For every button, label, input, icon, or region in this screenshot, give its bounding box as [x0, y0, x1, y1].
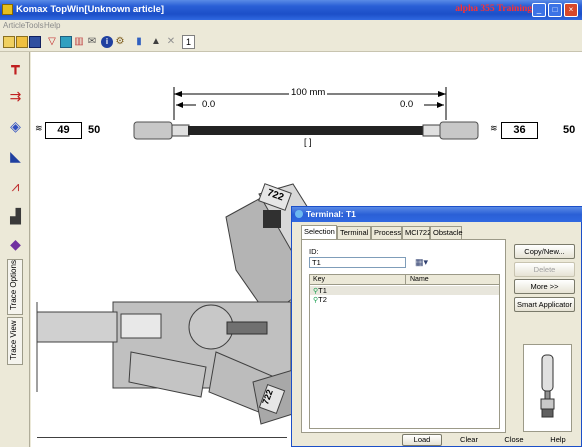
- left-terminal-count[interactable]: 49: [45, 122, 82, 139]
- close-dialog-button[interactable]: Close: [494, 434, 534, 446]
- more-button[interactable]: More >>: [514, 279, 575, 294]
- app-icon: [2, 4, 13, 15]
- stack-icon: ≋: [490, 123, 498, 133]
- clear-button[interactable]: Clear: [449, 434, 489, 446]
- dialog-title-bar: Terminal: T1: [292, 207, 582, 222]
- info-icon[interactable]: i: [101, 36, 113, 48]
- terminal-table: Key Name ⚲T1 ⚲T2: [309, 274, 500, 429]
- wire-body: [188, 126, 423, 135]
- delete-button[interactable]: Delete: [514, 262, 575, 277]
- mail-icon[interactable]: ✉: [86, 36, 98, 48]
- counter-field[interactable]: 1: [182, 35, 195, 49]
- tab-trace-view[interactable]: Trace View: [7, 317, 23, 365]
- left-toolbar: ┳ ⇉ ◈ ◣ ⩘ ▟ ◆ Trace Options Trace View: [0, 52, 30, 447]
- tab-selection[interactable]: Selection: [301, 225, 337, 239]
- dialog-title: Terminal: T1: [306, 209, 356, 219]
- toolbar: ▽ ▥ ✉ i ⚙ ▮ ▲ ✕ 1: [0, 34, 582, 52]
- terminal-icon: [295, 210, 303, 218]
- center-marker[interactable]: [ ]: [304, 137, 312, 147]
- table-row[interactable]: ⚲T2: [310, 295, 499, 304]
- right-terminal-total: 50: [563, 124, 576, 136]
- window-title: Komax TopWin[Unknown article]: [16, 4, 165, 15]
- tab-obstacle[interactable]: Obstacle: [430, 226, 463, 239]
- bars-icon[interactable]: ▟: [7, 208, 24, 225]
- warning-icon[interactable]: ▲: [150, 36, 162, 48]
- brand-label: alpha 355 Training: [455, 4, 532, 14]
- save-icon[interactable]: [29, 36, 41, 48]
- terminal-icon[interactable]: ◈: [7, 118, 24, 135]
- terminal-dialog: Terminal: T1 Selection Terminal Process …: [291, 206, 582, 447]
- column-key[interactable]: Key: [313, 276, 325, 283]
- display-icon[interactable]: [60, 36, 72, 48]
- menu-tools[interactable]: Tools: [25, 21, 44, 30]
- right-offset-arrow: [437, 102, 444, 108]
- post-icon[interactable]: ┳: [7, 58, 24, 75]
- chart-icon[interactable]: ⩘: [7, 178, 24, 195]
- load-button[interactable]: Load: [402, 434, 442, 446]
- chart-icon[interactable]: ▥: [73, 36, 85, 48]
- column-name[interactable]: Name: [410, 276, 429, 283]
- new-icon[interactable]: [3, 36, 15, 48]
- wire-icon[interactable]: ◣: [7, 148, 24, 165]
- table-picker-icon[interactable]: ▦▾: [415, 257, 428, 268]
- right-strip: [439, 121, 479, 140]
- minimize-button[interactable]: _: [532, 3, 546, 17]
- terminal-preview: [523, 344, 572, 432]
- tab-process[interactable]: Process: [371, 226, 402, 239]
- menu-article[interactable]: Article: [3, 21, 25, 30]
- selection-panel: ID: T1 ▦▾ Key Name ⚲T1 ⚲T2: [301, 239, 506, 433]
- maximize-button[interactable]: □: [548, 3, 562, 17]
- right-terminal-count[interactable]: 36: [501, 122, 538, 139]
- menu-help[interactable]: Help: [44, 21, 60, 30]
- id-label: ID:: [309, 247, 319, 256]
- menu-bar: Article Tools Help: [0, 20, 582, 33]
- id-field[interactable]: T1: [309, 257, 406, 268]
- marker-icon[interactable]: ▮: [133, 36, 145, 48]
- table-row[interactable]: ⚲T1: [310, 286, 499, 295]
- right-offset-label[interactable]: 0.0: [400, 99, 413, 110]
- tab-mci722[interactable]: MCI722: [402, 226, 431, 239]
- copy-new-button[interactable]: Copy/New...: [514, 244, 575, 259]
- close-button[interactable]: ×: [564, 3, 578, 17]
- length-label[interactable]: 100 mm: [289, 87, 328, 98]
- filter-icon[interactable]: ▽: [46, 36, 58, 48]
- settings-icon[interactable]: ⚙: [114, 36, 126, 48]
- cable-icon[interactable]: ⇉: [7, 88, 24, 105]
- stack-icon: ≋: [35, 123, 43, 133]
- tab-trace-options[interactable]: Trace Options: [7, 259, 23, 315]
- title-bar: Komax TopWin[Unknown article] alpha 355 …: [0, 0, 582, 20]
- book-icon[interactable]: ◆: [7, 236, 24, 253]
- help-button[interactable]: Help: [538, 434, 578, 446]
- close-icon[interactable]: ✕: [165, 36, 177, 48]
- smart-applicator-button[interactable]: Smart Applicator: [514, 297, 575, 312]
- left-offset-label[interactable]: 0.0: [202, 99, 215, 110]
- open-icon[interactable]: [16, 36, 28, 48]
- tab-terminal[interactable]: Terminal: [337, 226, 371, 239]
- left-terminal-total: 50: [88, 124, 101, 136]
- left-offset-arrow: [176, 102, 183, 108]
- terminal-graphic: [540, 354, 555, 418]
- left-strip: [133, 121, 173, 140]
